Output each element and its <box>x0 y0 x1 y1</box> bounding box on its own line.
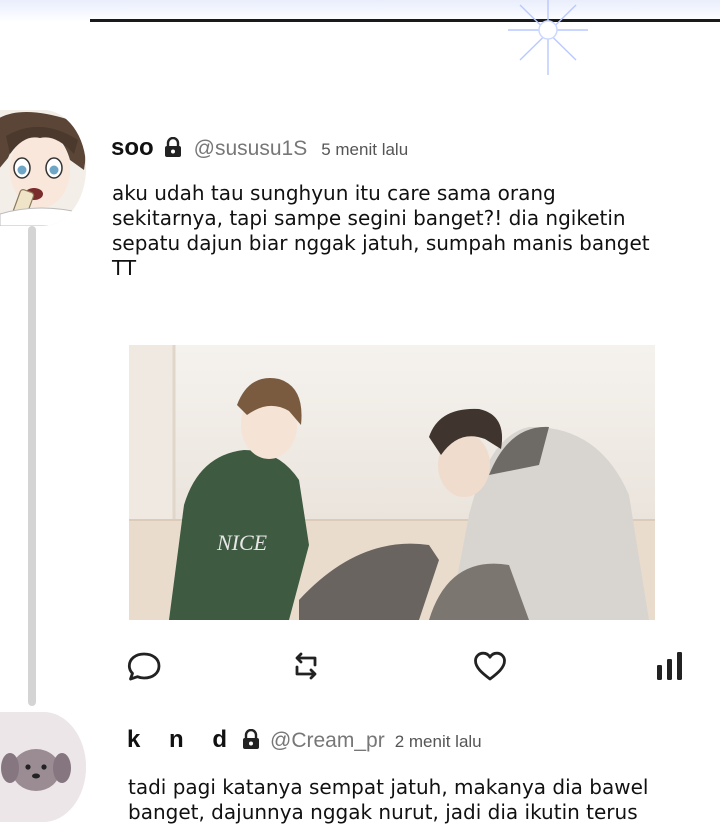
post-timestamp: 5 menit lalu <box>321 140 409 159</box>
repost-button[interactable] <box>288 648 324 684</box>
sparkle-decoration <box>508 0 588 75</box>
post-text: aku udah tau sunghyun itu care sama oran… <box>112 181 650 280</box>
display-name[interactable]: soo <box>111 134 154 162</box>
reply-icon <box>127 652 161 681</box>
post-timestamp: 2 menit lalu <box>394 732 482 751</box>
post-text: tadi pagi katanya sempat jatuh, makanya … <box>128 775 649 824</box>
lock-icon <box>164 136 182 157</box>
heart-icon <box>474 651 506 681</box>
anime-illustration-icon: NICE <box>129 345 655 620</box>
display-name[interactable]: k n d <box>127 726 238 754</box>
anime-boy-avatar-icon <box>0 110 86 226</box>
like-button[interactable] <box>472 648 508 684</box>
avatar[interactable] <box>0 110 86 226</box>
post-action-bar <box>0 648 720 688</box>
lock-icon <box>242 728 260 749</box>
puppy-avatar-icon <box>0 712 86 822</box>
post-header: soo @sususu1S 5 menit lalu <box>111 134 408 162</box>
avatar[interactable] <box>0 712 86 822</box>
user-handle[interactable]: @Cream_pr <box>270 729 385 753</box>
post-image[interactable]: NICE <box>129 345 655 620</box>
reply-button[interactable] <box>126 648 162 684</box>
shirt-print-text: NICE <box>216 530 268 555</box>
repost-icon <box>295 652 317 680</box>
user-handle[interactable]: @sususu1S <box>194 137 308 161</box>
post-header: k n d @Cream_pr 2 menit lalu <box>127 726 482 754</box>
thread-line <box>28 226 36 706</box>
top-divider <box>90 19 720 22</box>
stats-button[interactable] <box>652 648 688 684</box>
bar-chart-icon <box>657 652 682 680</box>
